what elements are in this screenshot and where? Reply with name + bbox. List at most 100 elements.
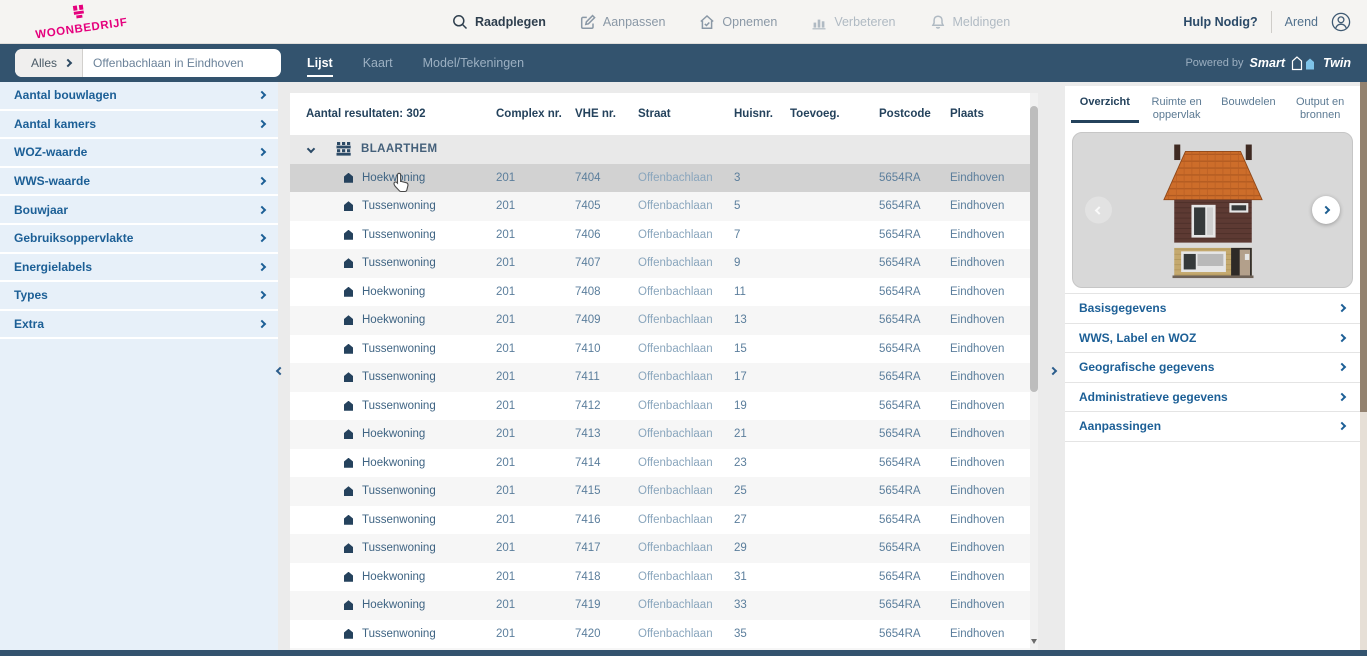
user-name: Arend <box>1285 15 1318 29</box>
cell-postcode: 5654RA <box>879 343 950 355</box>
tab-lijst[interactable]: Lijst <box>307 56 333 70</box>
accordion-section[interactable]: WWS, Label en WOZ <box>1065 324 1360 354</box>
table-row[interactable]: Hoekwoning 201 7404 Offenbachlaan 3 5654… <box>290 164 1030 193</box>
logo-text: WOONBEDRIJF <box>35 17 129 42</box>
cell-complex: 201 <box>496 628 575 640</box>
table-row[interactable]: Tussenwoning 201 7412 Offenbachlaan 19 5… <box>290 392 1030 421</box>
cell-vhe: 7408 <box>575 286 638 298</box>
accordion-section[interactable]: Geografische gegevens <box>1065 353 1360 383</box>
scrollbar-down-arrow[interactable] <box>1031 639 1037 644</box>
group-row-blaarthem[interactable]: BLAARTHEM <box>290 135 1030 164</box>
filter-label: Gebruiksoppervlakte <box>14 231 133 245</box>
col-vhe: VHE nr. <box>575 108 638 120</box>
house-photo <box>1157 141 1269 279</box>
house-icon <box>344 429 353 439</box>
woonbedrijf-logo[interactable]: WOONBEDRIJF <box>32 0 128 43</box>
cell-plaats: Eindhoven <box>950 514 1030 526</box>
chevron-right-icon <box>1338 334 1346 342</box>
cell-huisnr: 31 <box>734 571 790 583</box>
cell-huisnr: 25 <box>734 485 790 497</box>
tab-bouwdelen[interactable]: Bouwdelen <box>1213 86 1285 130</box>
nav-opnemen[interactable]: Opnemen <box>699 14 777 30</box>
accordion-section[interactable]: Basisgegevens <box>1065 294 1360 324</box>
cell-type: Tussenwoning <box>290 257 496 269</box>
cell-type: Hoekwoning <box>290 428 496 440</box>
sidebar-filter-item[interactable]: Gebruiksoppervlakte <box>0 225 278 254</box>
carousel-prev-button[interactable] <box>1085 197 1112 224</box>
accordion-section[interactable]: Administratieve gegevens <box>1065 383 1360 413</box>
table-row[interactable]: Tussenwoning 201 7410 Offenbachlaan 15 5… <box>290 335 1030 364</box>
sidebar-filter-item[interactable]: Types <box>0 282 278 311</box>
table-row[interactable]: Hoekwoning 201 7418 Offenbachlaan 31 565… <box>290 563 1030 592</box>
avatar-icon[interactable] <box>1331 12 1351 32</box>
carousel-next-button[interactable] <box>1312 196 1340 224</box>
cell-plaats: Eindhoven <box>950 400 1030 412</box>
house-icon <box>344 173 353 183</box>
cell-plaats: Eindhoven <box>950 428 1030 440</box>
house-icon <box>344 372 353 382</box>
sidebar-filter-item[interactable]: WOZ-waarde <box>0 139 278 168</box>
cell-straat: Offenbachlaan <box>638 229 734 241</box>
cell-complex: 201 <box>496 514 575 526</box>
cell-straat: Offenbachlaan <box>638 343 734 355</box>
table-row[interactable]: Hoekwoning 201 7409 Offenbachlaan 13 565… <box>290 306 1030 335</box>
table-row[interactable]: Tussenwoning 201 7406 Offenbachlaan 7 56… <box>290 221 1030 250</box>
cell-type: Tussenwoning <box>290 200 496 212</box>
table-row[interactable]: Tussenwoning 201 7415 Offenbachlaan 25 5… <box>290 477 1030 506</box>
sidebar-filter-item[interactable]: WWS-waarde <box>0 168 278 197</box>
nav-raadplegen[interactable]: Raadplegen <box>452 14 546 30</box>
cell-type: Tussenwoning <box>290 628 496 640</box>
type-label: Tussenwoning <box>362 400 436 412</box>
page-scrollbar-thumb[interactable] <box>1360 82 1367 412</box>
cell-type: Tussenwoning <box>290 542 496 554</box>
tab-model-tekeningen[interactable]: Model/Tekeningen <box>423 56 524 70</box>
cell-postcode: 5654RA <box>879 286 950 298</box>
sidebar-filter-item[interactable]: Aantal bouwlagen <box>0 82 278 111</box>
sidebar-filter-item[interactable]: Extra <box>0 311 278 340</box>
type-label: Hoekwoning <box>362 428 425 440</box>
tab-output-bronnen[interactable]: Output en bronnen <box>1284 86 1356 130</box>
cell-vhe: 7417 <box>575 542 638 554</box>
sidebar-filter-item[interactable]: Bouwjaar <box>0 196 278 225</box>
cell-huisnr: 35 <box>734 628 790 640</box>
table-row[interactable]: Hoekwoning 201 7408 Offenbachlaan 11 565… <box>290 278 1030 307</box>
table-row[interactable]: Tussenwoning 201 7407 Offenbachlaan 9 56… <box>290 249 1030 278</box>
table-row[interactable]: Tussenwoning 201 7417 Offenbachlaan 29 5… <box>290 534 1030 563</box>
cell-vhe: 7419 <box>575 599 638 611</box>
cell-plaats: Eindhoven <box>950 542 1030 554</box>
sidebar-collapse-handle[interactable] <box>277 361 283 379</box>
panel-collapse-handle[interactable] <box>1050 361 1056 379</box>
nav-aanpassen[interactable]: Aanpassen <box>580 14 666 30</box>
detail-accordion: Basisgegevens WWS, Label en WOZ Geografi… <box>1065 293 1360 442</box>
toolbar: Alles Lijst Kaart Model/Tekeningen Power… <box>0 44 1367 82</box>
cell-vhe: 7415 <box>575 485 638 497</box>
table-row[interactable]: Hoekwoning 201 7419 Offenbachlaan 33 565… <box>290 591 1030 620</box>
cell-plaats: Eindhoven <box>950 371 1030 383</box>
cell-type: Tussenwoning <box>290 400 496 412</box>
tab-kaart[interactable]: Kaart <box>363 56 393 70</box>
help-link[interactable]: Hulp Nodig? <box>1183 15 1257 29</box>
table-scrollbar-thumb[interactable] <box>1030 106 1038 392</box>
table-row[interactable]: Hoekwoning 201 7413 Offenbachlaan 21 565… <box>290 420 1030 449</box>
house-icon <box>344 486 353 496</box>
cell-postcode: 5654RA <box>879 371 950 383</box>
sidebar-filter-item[interactable]: Aantal kamers <box>0 111 278 140</box>
search-scope-button[interactable]: Alles <box>15 49 83 77</box>
table-row[interactable]: Tussenwoning 201 7420 Offenbachlaan 35 5… <box>290 620 1030 649</box>
cell-straat: Offenbachlaan <box>638 457 734 469</box>
smart-twin-houses-icon <box>1291 56 1317 71</box>
table-row[interactable]: Tussenwoning 201 7405 Offenbachlaan 5 56… <box>290 192 1030 221</box>
table-row[interactable]: Tussenwoning 201 7416 Offenbachlaan 27 5… <box>290 506 1030 535</box>
tab-overzicht[interactable]: Overzicht <box>1069 86 1141 130</box>
cell-postcode: 5654RA <box>879 257 950 269</box>
table-row[interactable]: Hoekwoning 201 7414 Offenbachlaan 23 565… <box>290 449 1030 478</box>
search-input[interactable] <box>83 49 281 77</box>
sidebar-filter-item[interactable]: Energielabels <box>0 254 278 283</box>
cell-postcode: 5654RA <box>879 314 950 326</box>
accordion-section[interactable]: Aanpassingen <box>1065 412 1360 442</box>
cell-straat: Offenbachlaan <box>638 571 734 583</box>
table-row[interactable]: Tussenwoning 201 7411 Offenbachlaan 17 5… <box>290 363 1030 392</box>
tab-ruimte-oppervlak[interactable]: Ruimte en oppervlak <box>1141 86 1213 130</box>
cell-huisnr: 3 <box>734 172 790 184</box>
cell-type: Tussenwoning <box>290 371 496 383</box>
